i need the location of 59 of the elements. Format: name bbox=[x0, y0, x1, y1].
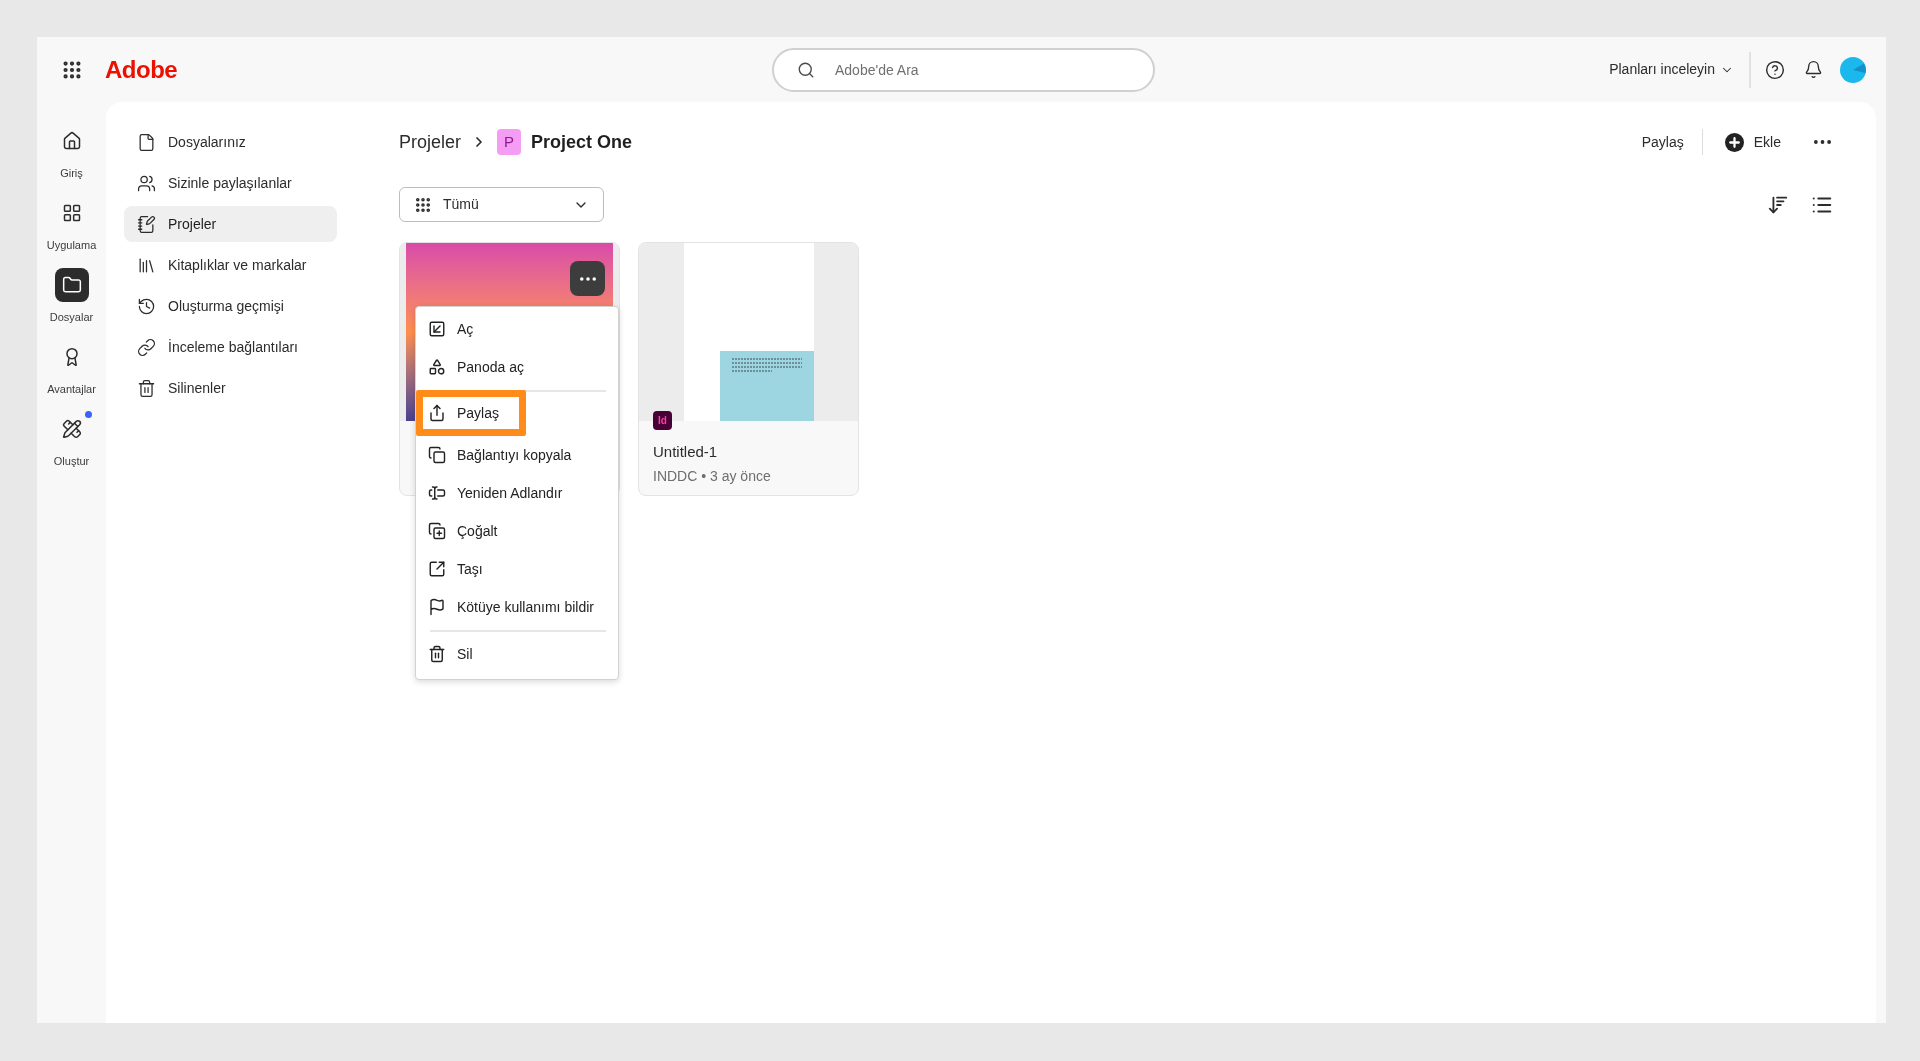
copy-plus-icon bbox=[428, 522, 446, 540]
menu-item[interactable]: Taşı bbox=[416, 550, 618, 588]
file-meta: INDDC • 3 ay önce bbox=[653, 467, 772, 485]
add-button[interactable]: Ekle bbox=[1724, 131, 1781, 153]
help-icon[interactable] bbox=[1765, 59, 1785, 80]
rail-item[interactable]: Oluştur bbox=[38, 412, 105, 468]
avatar-icon[interactable] bbox=[1840, 56, 1866, 83]
plans-menu[interactable]: Planları inceleyin bbox=[1609, 59, 1734, 80]
link-icon bbox=[137, 337, 156, 357]
search-icon bbox=[797, 60, 815, 79]
sidebar-item[interactable]: Dosyalarınız bbox=[124, 124, 337, 160]
text-cursor-icon bbox=[428, 484, 446, 502]
breadcrumb-link[interactable]: Projeler bbox=[399, 128, 462, 156]
file-card[interactable]: Id Untitled-1 INDDC • 3 ay önce bbox=[638, 242, 859, 496]
logo[interactable]: Adobe bbox=[105, 57, 178, 82]
menu-item[interactable]: Panoda aç bbox=[416, 348, 618, 386]
shapes-icon bbox=[428, 358, 446, 376]
notebook-pen-icon bbox=[137, 214, 156, 234]
menu-item[interactable]: Sil bbox=[416, 635, 618, 673]
rail-item[interactable]: Avantajlar bbox=[38, 340, 105, 396]
share-button[interactable]: Paylaş bbox=[1641, 131, 1684, 153]
menu-item[interactable]: Çoğalt bbox=[416, 512, 618, 550]
breadcrumb-current: Project One bbox=[531, 130, 633, 154]
menu-item[interactable]: Bağlantıyı kopyala bbox=[416, 436, 618, 474]
search-field[interactable]: Adobe'de Ara bbox=[772, 47, 1155, 92]
sidebar-item[interactable]: Projeler bbox=[124, 206, 337, 242]
text-lines-drawing bbox=[731, 358, 802, 372]
more-icon bbox=[1813, 140, 1831, 144]
trash-icon bbox=[137, 378, 156, 398]
people-icon bbox=[137, 173, 156, 193]
dot-grid-icon bbox=[414, 195, 432, 214]
square-arrow-icon bbox=[428, 560, 446, 578]
menu-item[interactable]: Yeniden Adlandır bbox=[416, 474, 618, 512]
plus-icon bbox=[1724, 132, 1744, 152]
share-icon bbox=[428, 404, 446, 422]
project-initial: P bbox=[497, 129, 522, 155]
copy-icon bbox=[428, 446, 446, 464]
rail-item[interactable]: Dosyalar bbox=[38, 268, 105, 324]
rail-item[interactable]: Uygulama bbox=[38, 196, 105, 252]
file-title: Untitled-1 bbox=[653, 442, 719, 462]
app-badge: Id bbox=[653, 411, 672, 430]
sidebar-item[interactable]: Silinenler bbox=[124, 370, 337, 406]
file-icon bbox=[137, 132, 156, 152]
trash-icon bbox=[428, 645, 446, 663]
more-icon bbox=[579, 276, 596, 281]
flag-icon bbox=[428, 598, 446, 616]
sidebar-item[interactable]: Sizinle paylaşılanlar bbox=[124, 165, 337, 201]
sidebar-item[interactable]: Oluşturma geçmişi bbox=[124, 288, 337, 324]
rail-item[interactable]: Giriş bbox=[38, 124, 105, 180]
sidebar-item[interactable]: İnceleme bağlantıları bbox=[124, 329, 337, 365]
filter-dropdown[interactable]: Tümü bbox=[399, 187, 604, 222]
apps-button[interactable] bbox=[61, 58, 83, 81]
sidebar-item[interactable]: Kitaplıklar ve markalar bbox=[124, 247, 337, 283]
history-icon bbox=[137, 296, 156, 316]
menu-item[interactable]: Aç bbox=[416, 310, 618, 348]
dot-grid-icon bbox=[61, 58, 83, 81]
menu-item[interactable]: Paylaş bbox=[416, 390, 526, 436]
menu-item[interactable]: Kötüye kullanımı bildir bbox=[416, 588, 618, 626]
bell-icon[interactable] bbox=[1804, 60, 1823, 79]
